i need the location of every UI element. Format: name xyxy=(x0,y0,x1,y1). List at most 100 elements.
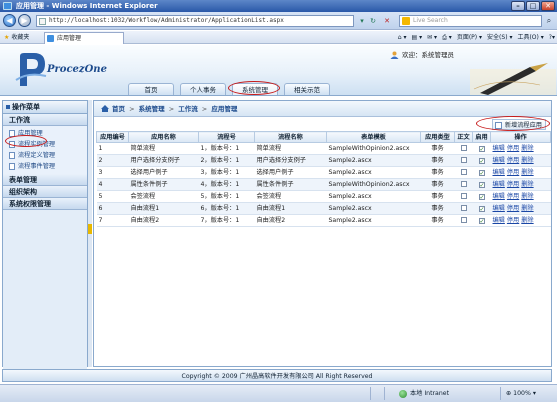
delete-link[interactable]: 删除 xyxy=(521,157,533,164)
forward-button[interactable]: ▶ xyxy=(18,14,31,27)
column-header[interactable]: 表单模板 xyxy=(326,131,421,143)
column-header: 操作 xyxy=(490,131,551,143)
maximize-button[interactable]: □ xyxy=(526,1,540,11)
edit-link[interactable]: 编辑 xyxy=(493,145,505,152)
table-row[interactable]: 5会签流程5，版本号：1会签流程Sample2.ascx事务编辑停用删除 xyxy=(96,190,551,203)
edit-link[interactable]: 编辑 xyxy=(493,181,505,188)
delete-link[interactable]: 删除 xyxy=(521,169,533,176)
edit-link[interactable]: 编辑 xyxy=(493,217,505,224)
column-header[interactable]: 正文 xyxy=(454,131,473,143)
stop-button[interactable]: ✕ xyxy=(381,15,393,27)
disable-link[interactable]: 停用 xyxy=(507,169,519,176)
tools-menu[interactable]: 工具(O) ▾ xyxy=(517,33,543,42)
disable-link[interactable]: 停用 xyxy=(507,157,519,164)
breadcrumb-workflow[interactable]: 工作流 xyxy=(178,105,198,113)
delete-link[interactable]: 删除 xyxy=(521,145,533,152)
table-row[interactable]: 1 简单流程 1，版本号：1 简单流程 SampleWithOpinion2.ascx 事… xyxy=(96,142,551,155)
sidebar-item-event-management[interactable]: 流程事件管理 xyxy=(7,161,87,172)
column-header[interactable]: 应用编号 xyxy=(96,131,129,143)
body-checkbox[interactable] xyxy=(460,193,467,199)
delete-link[interactable]: 删除 xyxy=(521,181,533,188)
address-bar: ◀ ▶ http://localhost:1032/Workflow/Admin… xyxy=(0,12,557,30)
column-header[interactable]: 流程号 xyxy=(198,131,255,143)
enabled-checkbox[interactable] xyxy=(478,146,485,152)
nav-home[interactable]: 首页 xyxy=(128,83,174,95)
actions-cell: 编辑 停用 删除 xyxy=(490,202,551,215)
search-button[interactable]: ⌕ xyxy=(543,15,555,27)
url-input[interactable]: http://localhost:1032/Workflow/Administr… xyxy=(36,15,354,27)
welcome-text: 欢迎：系统管理员 xyxy=(402,51,454,59)
security-zone[interactable]: 本地 Intranet xyxy=(398,388,449,399)
page-menu[interactable]: 页面(P) ▾ xyxy=(457,33,482,42)
sidebar-splitter[interactable] xyxy=(88,100,92,367)
welcome-message: 欢迎：系统管理员 xyxy=(390,50,454,60)
sidebar-section-workflow[interactable]: 工作流 xyxy=(3,114,87,126)
zoom-control[interactable]: ⊕ 100% ▾ xyxy=(506,388,536,399)
enabled-checkbox[interactable] xyxy=(478,182,485,188)
body-checkbox[interactable] xyxy=(460,145,467,151)
disable-link[interactable]: 停用 xyxy=(507,217,519,224)
disable-link[interactable]: 停用 xyxy=(507,145,519,152)
column-header[interactable]: 应用名称 xyxy=(128,131,199,143)
refresh-button[interactable]: ↻ xyxy=(367,15,379,27)
app-id-cell: 3 xyxy=(96,166,129,179)
table-row[interactable]: 4 属性条件例子 4，版本号：1 属性条件例子 SampleWithOpinion2.a… xyxy=(96,178,551,191)
close-window-button[interactable]: ✕ xyxy=(541,1,555,11)
delete-link[interactable]: 删除 xyxy=(521,205,533,212)
sidebar-section-organization[interactable]: 组织架构 xyxy=(3,186,87,198)
edit-link[interactable]: 编辑 xyxy=(493,205,505,212)
enabled-checkbox[interactable] xyxy=(478,194,485,200)
table-row[interactable]: 6自由流程16，版本号：1自由流程1Sample2.ascx事务编辑停用删除 xyxy=(96,202,551,215)
collapse-handle-icon[interactable] xyxy=(88,224,92,234)
sidebar-section-permissions[interactable]: 系统权限管理 xyxy=(3,198,87,210)
body-checkbox[interactable] xyxy=(460,217,467,223)
favorites-button[interactable]: ★ 收藏夹 xyxy=(4,33,29,42)
disable-link[interactable]: 停用 xyxy=(507,181,519,188)
enabled-checkbox[interactable] xyxy=(478,206,485,212)
sidebar-item-definition-management[interactable]: 流程定义管理 xyxy=(7,150,87,161)
edit-link[interactable]: 编辑 xyxy=(493,157,505,164)
edit-link[interactable]: 编辑 xyxy=(493,169,505,176)
nav-personal-affairs[interactable]: 个人事务 xyxy=(180,83,226,95)
back-button[interactable]: ◀ xyxy=(3,14,16,27)
table-row[interactable]: 3选择用户例子3，版本号：1选择用户例子Sample2.ascx事务编辑停用删除 xyxy=(96,166,551,179)
safety-menu[interactable]: 安全(S) ▾ xyxy=(487,33,512,42)
command-bar: ★ 收藏夹 应用管理 ⌂ ▾ ▤ ▾ ✉ ▾ ⎙ ▾ 页面(P) ▾ 安全(S)… xyxy=(0,31,557,44)
star-icon: ★ xyxy=(4,34,10,41)
app-name-cell: 会签流程 xyxy=(128,190,199,203)
body-checkbox[interactable] xyxy=(460,169,467,175)
search-input[interactable]: Live Search xyxy=(399,15,542,27)
live-search-logo-icon xyxy=(402,17,410,25)
column-header[interactable]: 应用类型 xyxy=(420,131,455,143)
app-name-cell: 属性条件例子 xyxy=(128,178,199,191)
table-row[interactable]: 7自由流程27，版本号：1自由流程2Sample2.ascx事务编辑停用删除 xyxy=(96,214,551,227)
enabled-checkbox[interactable] xyxy=(478,170,485,176)
body-checkbox[interactable] xyxy=(460,205,467,211)
browser-tab[interactable]: 应用管理 xyxy=(44,32,124,44)
table-row[interactable]: 2用户选择分支例子2，版本号：1用户选择分支例子Sample2.ascx事务编辑… xyxy=(96,154,551,167)
help-menu[interactable]: ?▾ xyxy=(549,33,555,42)
disable-link[interactable]: 停用 xyxy=(507,193,519,200)
delete-link[interactable]: 删除 xyxy=(521,193,533,200)
disable-link[interactable]: 停用 xyxy=(507,205,519,212)
nav-demos[interactable]: 相关示范 xyxy=(284,83,330,95)
enabled-checkbox[interactable] xyxy=(478,218,485,224)
enabled-checkbox[interactable] xyxy=(478,158,485,164)
sidebar-section-forms[interactable]: 表单管理 xyxy=(3,174,87,186)
feeds-button[interactable]: ▤ ▾ xyxy=(412,33,423,42)
column-header[interactable]: 流程名称 xyxy=(254,131,327,143)
app-type-cell: 事务 xyxy=(420,154,455,167)
body-checkbox[interactable] xyxy=(460,181,467,187)
edit-link[interactable]: 编辑 xyxy=(493,193,505,200)
breadcrumb-system-management[interactable]: 系统管理 xyxy=(139,105,165,113)
mail-button[interactable]: ✉ ▾ xyxy=(427,33,437,42)
minimize-button[interactable]: – xyxy=(511,1,525,11)
body-checkbox[interactable] xyxy=(460,157,467,163)
home-button[interactable]: ⌂ ▾ xyxy=(398,33,407,42)
column-header[interactable]: 启用 xyxy=(472,131,491,143)
enabled-checkbox-cell xyxy=(472,214,491,227)
print-button[interactable]: ⎙ ▾ xyxy=(442,33,452,42)
breadcrumb-home[interactable]: 首页 xyxy=(112,105,125,113)
delete-link[interactable]: 删除 xyxy=(521,217,533,224)
flow-number-cell: 2，版本号：1 xyxy=(198,154,255,167)
